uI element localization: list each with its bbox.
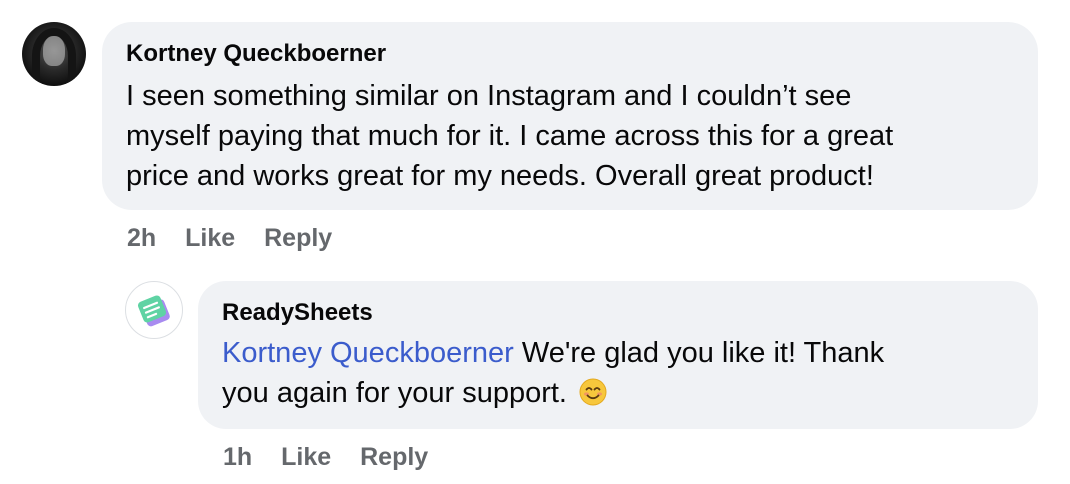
reply-actions: 1h Like Reply bbox=[223, 443, 428, 472]
comment-text-line-1: I seen something similar on Instagram an… bbox=[126, 80, 852, 112]
comment-reply-button[interactable]: Reply bbox=[264, 224, 332, 253]
readysheets-avatar[interactable] bbox=[125, 281, 183, 339]
readysheets-logo-icon bbox=[137, 295, 170, 327]
mention-link[interactable]: Kortney Queckboerner bbox=[222, 337, 514, 369]
comment-text-line-2: myself paying that much for it. I came a… bbox=[126, 120, 894, 152]
comment-timestamp[interactable]: 2h bbox=[127, 224, 156, 253]
reply-author-name[interactable]: ReadySheets bbox=[222, 299, 373, 327]
comment-text-line-3: price and works great for my needs. Over… bbox=[126, 160, 874, 192]
reply-text-line-2-content: you again for your support. bbox=[222, 377, 567, 409]
avatar-face-shape bbox=[43, 36, 65, 66]
smiling-face-emoji-icon bbox=[579, 378, 607, 406]
reply-reply-button[interactable]: Reply bbox=[360, 443, 428, 472]
reply-timestamp[interactable]: 1h bbox=[223, 443, 252, 472]
commenter-avatar[interactable] bbox=[22, 22, 86, 86]
reply-like-button[interactable]: Like bbox=[281, 443, 331, 472]
comment-actions: 2h Like Reply bbox=[127, 224, 332, 253]
comment-like-button[interactable]: Like bbox=[185, 224, 235, 253]
reply-text-line-1-rest: We're glad you like it! Thank bbox=[521, 337, 885, 369]
reply-text-line-2: you again for your support. bbox=[222, 373, 607, 413]
comment-author-name[interactable]: Kortney Queckboerner bbox=[126, 40, 386, 68]
reply-text-line-1: Kortney Queckboerner We're glad you like… bbox=[222, 333, 884, 373]
